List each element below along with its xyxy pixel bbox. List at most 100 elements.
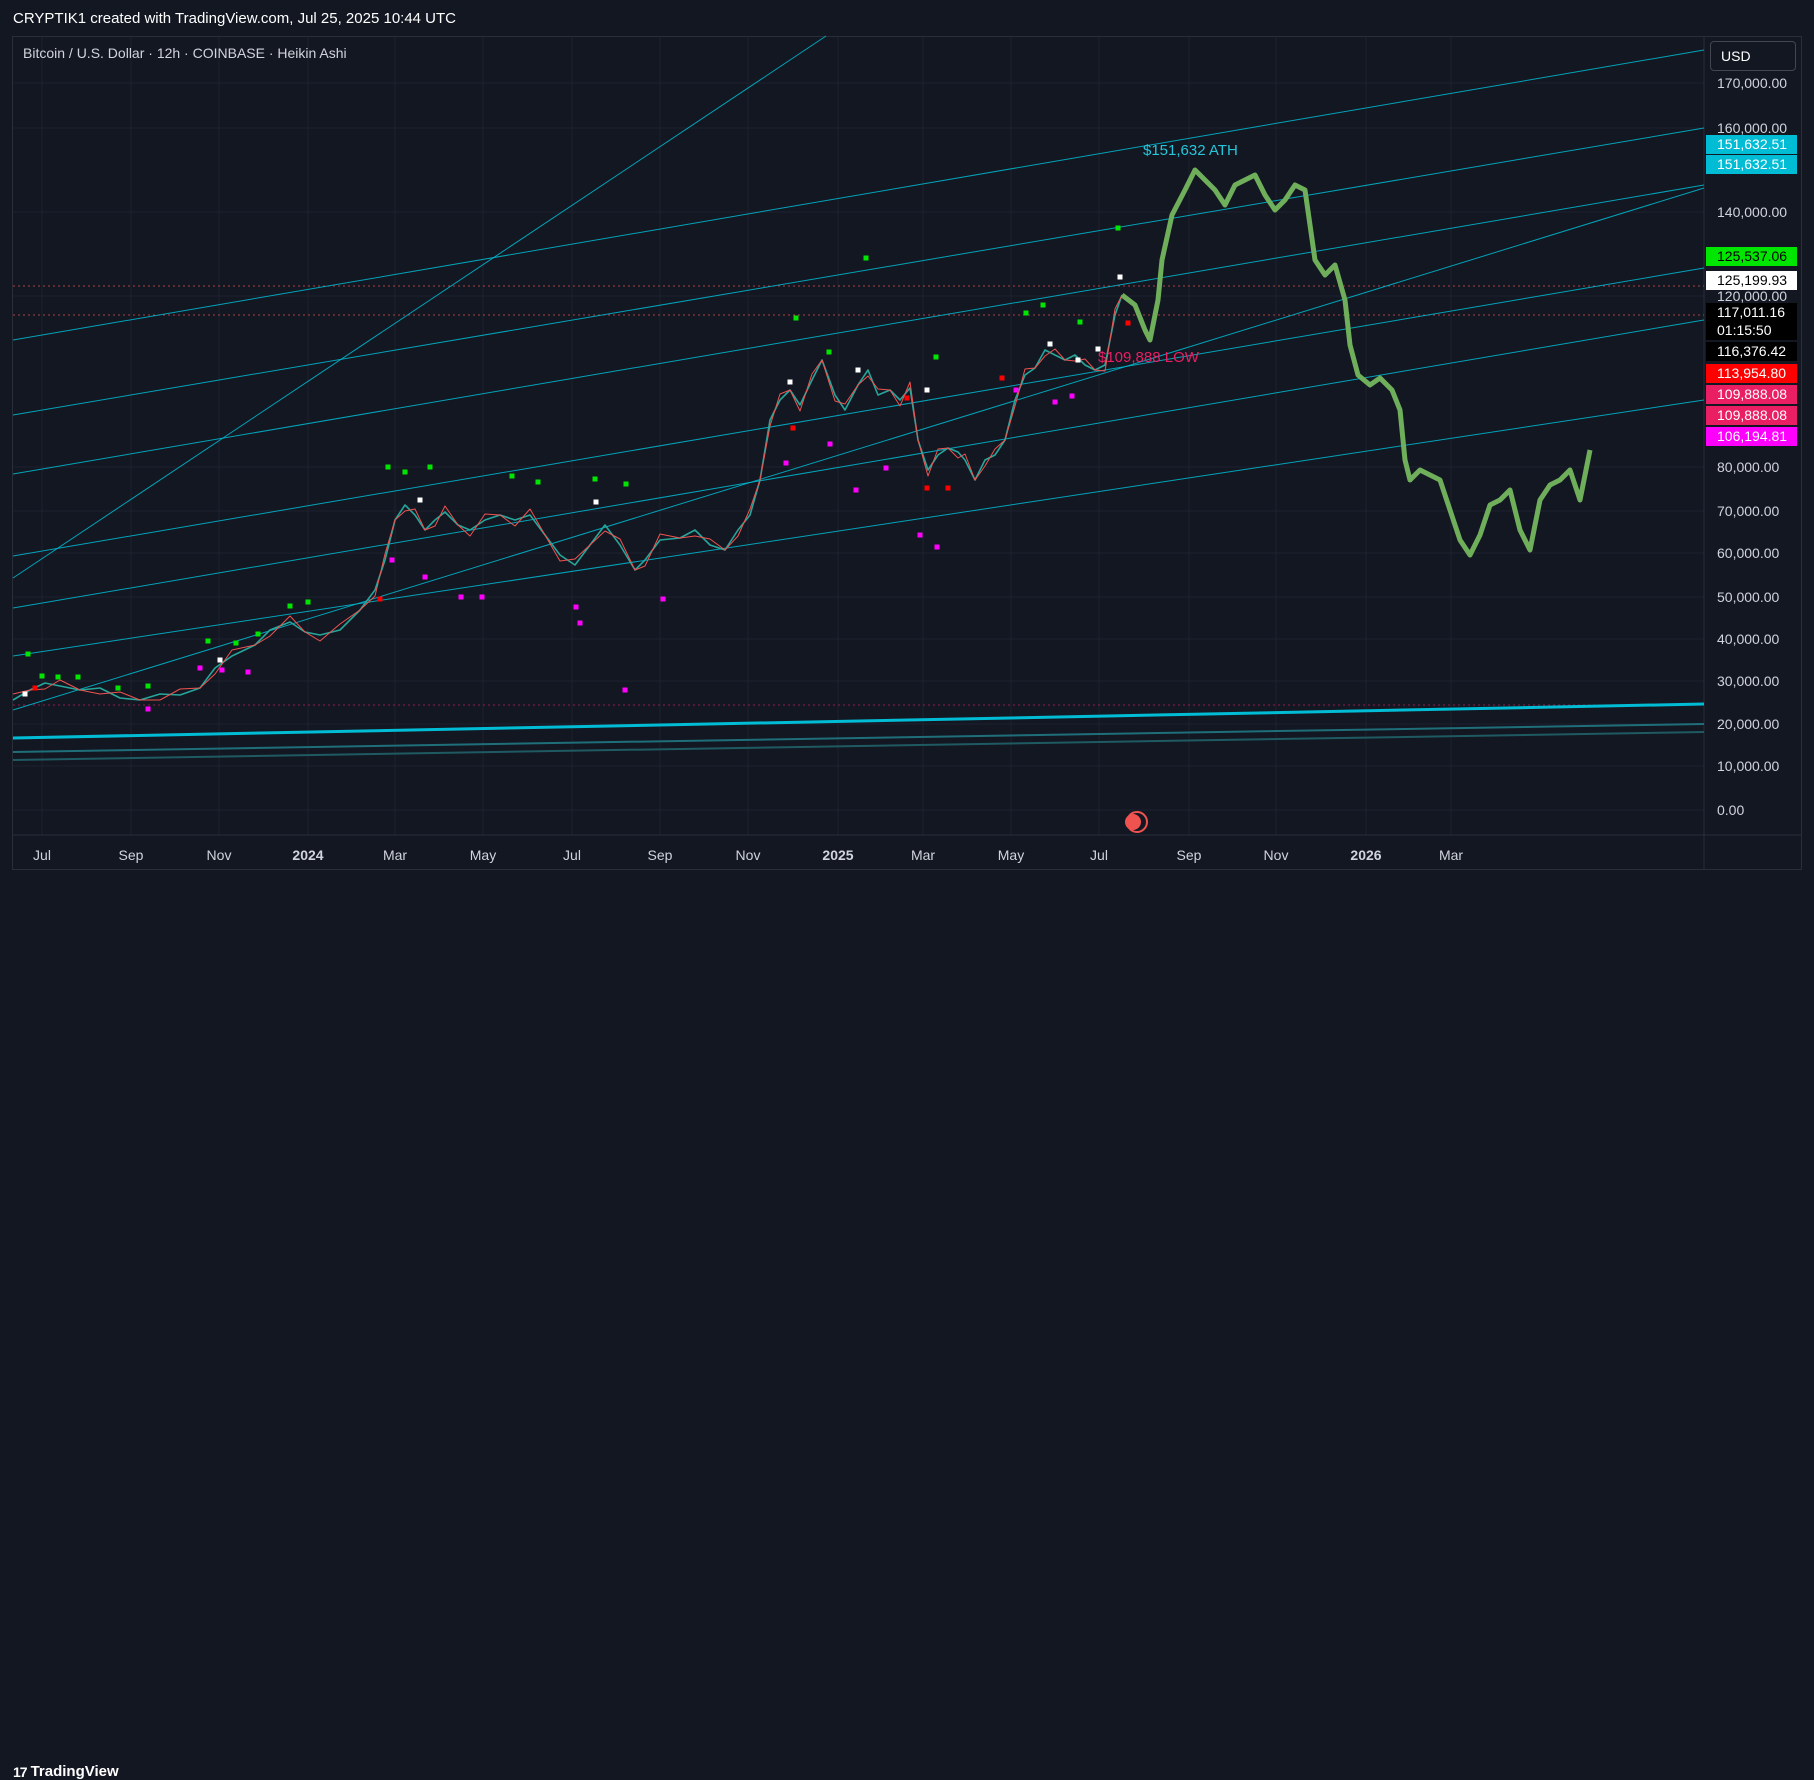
footer: 17 TradingView: [0, 876, 1814, 1780]
price-label-text: 01:15:50: [1717, 322, 1772, 338]
pivot-marker: [535, 479, 541, 485]
pivot-marker: [115, 685, 121, 691]
pivot-marker: [660, 596, 666, 602]
pivot-marker: [1023, 310, 1029, 316]
pivot-marker: [385, 464, 391, 470]
pivot-marker: [1069, 393, 1075, 399]
support-line: [12, 702, 1705, 740]
us-flag-event-icon-inner: [1125, 814, 1141, 830]
pivot-marker: [197, 665, 203, 671]
time-tick-label: May: [470, 847, 496, 863]
price-tick-label: 80,000.00: [1717, 459, 1779, 475]
time-tick-label: Mar: [911, 847, 935, 863]
price-tick-label: 140,000.00: [1717, 204, 1787, 220]
chart-canvas[interactable]: $151,632 ATH $109,888 LOW 170,000.00 160,00…: [0, 0, 1814, 876]
currency-button[interactable]: USD: [1710, 41, 1796, 71]
time-tick-label: Sep: [119, 847, 144, 863]
time-tick-label: Nov: [736, 847, 761, 863]
pivot-marker: [623, 481, 629, 487]
pivot-marker: [402, 469, 408, 475]
pivot-marker: [592, 476, 598, 482]
pivot-marker: [863, 255, 869, 261]
pivot-marker: [509, 473, 515, 479]
price-label-text: 151,632.51: [1717, 156, 1787, 172]
low-annotation: $109,888 LOW: [1098, 349, 1200, 366]
pivot-marker: [826, 349, 832, 355]
price-label-text: 109,888.08: [1717, 407, 1787, 423]
price-label-text: 117,011.16: [1717, 304, 1785, 320]
price-tick-label: 40,000.00: [1717, 631, 1779, 647]
pivot-marker: [217, 657, 223, 663]
pivot-marker: [855, 367, 861, 373]
support-line: [12, 731, 1705, 761]
price-label-text: 125,537.06: [1717, 248, 1787, 264]
pivot-marker: [458, 594, 464, 600]
pivot-marker: [827, 441, 833, 447]
pivot-marker: [255, 631, 261, 637]
time-tick-label: Sep: [1177, 847, 1202, 863]
pivot-marker: [1040, 302, 1046, 308]
price-tick-label: 160,000.00: [1717, 120, 1787, 136]
pivot-marker: [999, 375, 1005, 381]
ath-annotation: $151,632 ATH: [1143, 142, 1238, 159]
pivot-marker: [1052, 399, 1058, 405]
pivot-marker: [479, 594, 485, 600]
pivot-marker: [593, 499, 599, 505]
trendline: [12, 319, 1705, 609]
pivot-marker: [883, 465, 889, 471]
pivot-marker: [55, 674, 61, 680]
pivot-marker: [1115, 225, 1121, 231]
pivot-marker: [25, 651, 31, 657]
pivot-marker: [417, 497, 423, 503]
tradingview-brand[interactable]: 17 TradingView: [13, 1763, 119, 1780]
price-label-text: 109,888.08: [1717, 386, 1787, 402]
pivot-marker: [233, 640, 239, 646]
price-tick-label: 0.00: [1717, 802, 1744, 818]
pivot-marker: [145, 706, 151, 712]
pivot-marker: [904, 395, 910, 401]
pivot-marker: [422, 574, 428, 580]
support-line: [12, 723, 1705, 753]
pivot-marker: [787, 379, 793, 385]
symbol-title: Bitcoin / U.S. Dollar · 12h · COINBASE ·…: [23, 45, 347, 61]
time-tick-label: Sep: [648, 847, 673, 863]
pivot-marker: [783, 460, 789, 466]
pivot-marker: [75, 674, 81, 680]
pivot-marker: [924, 485, 930, 491]
price-label-text: 106,194.81: [1717, 428, 1787, 444]
trendline: [12, 399, 1705, 657]
price-tick-label: 120,000.00: [1717, 288, 1787, 304]
price-label-text: 151,632.51: [1717, 136, 1787, 152]
time-tick-label: Nov: [207, 847, 232, 863]
price-tick-label: 170,000.00: [1717, 75, 1787, 91]
pivot-marker: [389, 557, 395, 563]
pivot-marker: [1047, 341, 1053, 347]
price-tick-label: 30,000.00: [1717, 673, 1779, 689]
pivot-marker: [22, 691, 28, 697]
trendline: [12, 184, 1705, 475]
trendline: [12, 187, 1705, 711]
pivot-marker: [924, 387, 930, 393]
time-tick-label: 2026: [1350, 847, 1381, 863]
time-tick-label: Jul: [563, 847, 581, 863]
price-tick-label: 50,000.00: [1717, 589, 1779, 605]
pivot-marker: [622, 687, 628, 693]
pivot-marker: [427, 464, 433, 470]
pivot-marker: [1075, 357, 1081, 363]
pivot-marker: [145, 683, 151, 689]
pivot-marker: [219, 667, 225, 673]
time-tick-label: Jul: [33, 847, 51, 863]
time-tick-label: 2025: [822, 847, 853, 863]
price-label-text: 113,954.80: [1717, 365, 1786, 381]
pivot-marker: [1013, 387, 1019, 393]
time-tick-label: Mar: [1439, 847, 1463, 863]
pivot-marker: [934, 544, 940, 550]
price-tick-label: 60,000.00: [1717, 545, 1779, 561]
pivot-marker: [39, 673, 45, 679]
time-tick-label: Jul: [1090, 847, 1108, 863]
pivot-marker: [917, 532, 923, 538]
pivot-marker: [305, 599, 311, 605]
pivot-marker: [790, 425, 796, 431]
price-tick-label: 20,000.00: [1717, 716, 1779, 732]
price-label-text: 125,199.93: [1717, 272, 1787, 288]
